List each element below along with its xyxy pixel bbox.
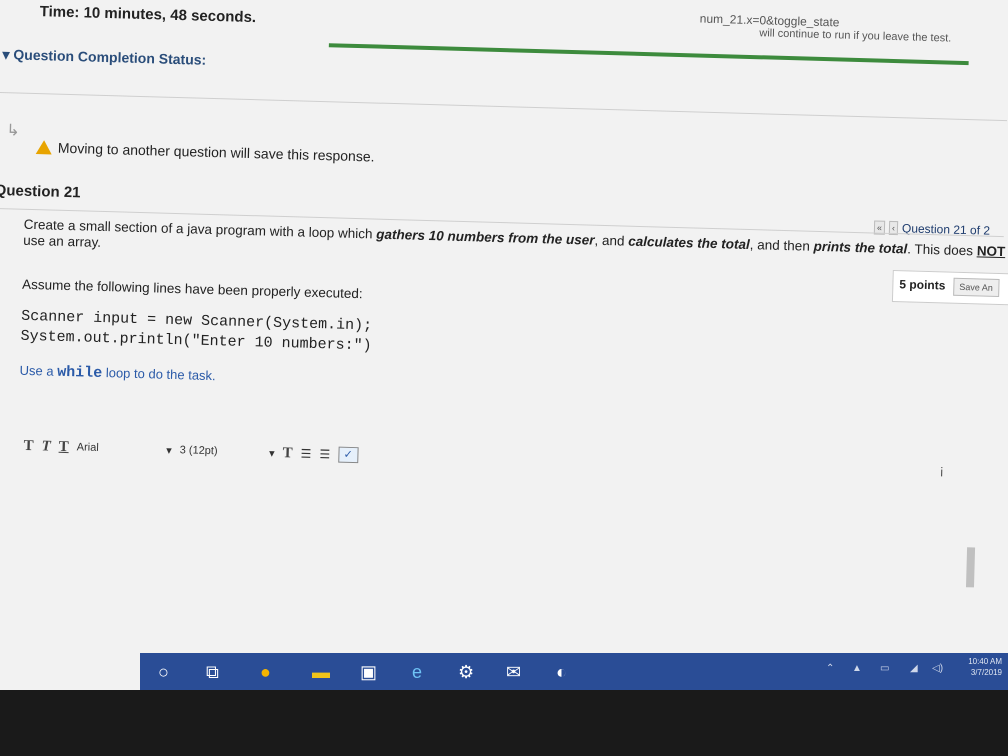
cortana-icon[interactable]: ○ <box>158 662 169 683</box>
instruction-text: loop to do the task. <box>102 365 216 384</box>
assume-text: Assume the following lines have been pro… <box>21 276 363 302</box>
arrow-icon: ↳ <box>6 122 20 140</box>
save-answer-button[interactable]: Save An <box>953 277 1000 297</box>
prompt-text: . This does <box>907 241 978 259</box>
volume-icon[interactable]: ◁) <box>932 663 943 674</box>
timer-progress-bar <box>328 43 969 66</box>
prompt-line2: use an array. <box>23 232 102 250</box>
clock-date: 3/7/2019 <box>970 668 1002 677</box>
prompt-emphasis: calculates the total <box>628 233 751 253</box>
top-notice: will continue to run if you leave the te… <box>759 27 952 45</box>
wifi-icon[interactable]: ◢ <box>910 663 918 674</box>
completion-status-label: Question Completion Status: <box>13 46 207 68</box>
chevron-down-icon: ▾ <box>268 447 275 460</box>
prompt-emphasis: prints the total <box>813 238 908 257</box>
info-icon[interactable]: i <box>940 464 943 479</box>
settings-gear-icon[interactable]: ⚙ <box>458 662 474 683</box>
taskbar-clock[interactable]: 10:40 AM 3/7/2019 <box>968 656 1002 678</box>
network-icon[interactable]: ▲ <box>852 663 862 674</box>
expand-chevron-icon: ▾ <box>2 46 14 63</box>
bold-button[interactable]: T <box>23 437 33 454</box>
prompt-not: NOT <box>976 243 1006 260</box>
while-keyword: while <box>56 363 103 382</box>
answer-editor[interactable] <box>11 470 987 678</box>
chevron-down-icon: ▾ <box>165 444 172 457</box>
divider <box>0 91 1008 122</box>
prompt-text: , and <box>594 232 629 249</box>
tray-chevron-icon[interactable]: ⌃ <box>826 663 834 674</box>
spellcheck-icon[interactable]: ✓ <box>337 446 359 464</box>
completion-status[interactable]: ▾ Question Completion Status: <box>2 46 206 69</box>
warning-icon <box>35 140 53 155</box>
browser-viewport: num_21.x=0&toggle_state will continue to… <box>0 0 1008 690</box>
instruction-text: Use a <box>19 362 58 379</box>
clock-time: 10:40 AM <box>968 657 1002 666</box>
file-explorer-icon[interactable]: ▬ <box>312 662 330 683</box>
chrome-icon[interactable]: ● <box>260 662 271 683</box>
store-icon[interactable]: ▣ <box>360 662 377 683</box>
editor-scrollbar[interactable] <box>965 547 976 588</box>
question-title: Question 21 <box>0 181 81 202</box>
remaining-time: Time: 10 minutes, 48 seconds. <box>39 3 257 27</box>
mail-icon[interactable]: ✉ <box>506 662 521 683</box>
question-prompt: Create a small section of a java program… <box>23 217 1008 277</box>
text-color-button[interactable]: T <box>282 445 292 462</box>
underline-button[interactable]: T <box>58 438 69 455</box>
bullet-list-icon[interactable]: ☰ <box>300 447 311 461</box>
task-view-icon[interactable]: ⧉ <box>206 662 219 683</box>
warning-text: Moving to another question will save thi… <box>57 139 375 165</box>
font-family-value: Arial <box>76 440 99 454</box>
font-family-select[interactable]: Arial ▾ <box>77 441 172 457</box>
test-page: num_21.x=0&toggle_state will continue to… <box>0 0 1008 689</box>
italic-button[interactable]: T <box>41 438 51 455</box>
app-icon[interactable]: ◐ <box>556 662 567 683</box>
edge-icon[interactable]: e <box>412 662 422 683</box>
windows-taskbar: ○ ⧉ ● ▬ ▣ e ⚙ ✉ ◐ ⌃ ▲ ▭ ◢ ◁) 10:40 AM 3/… <box>140 653 1008 690</box>
battery-icon[interactable]: ▭ <box>880 663 889 674</box>
font-size-select[interactable]: 3 (12pt) ▾ <box>180 444 275 460</box>
prompt-text: , and then <box>749 237 814 254</box>
use-while-instruction: Use a while loop to do the task. <box>19 363 215 385</box>
points-box: 5 points Save An <box>891 270 1008 306</box>
points-value: 5 points <box>899 277 946 293</box>
prompt-emphasis: gathers 10 numbers from the user <box>376 226 595 248</box>
font-size-value: 3 (12pt) <box>179 443 218 457</box>
code-snippet: Scanner input = new Scanner(System.in); … <box>20 307 372 357</box>
numbered-list-icon[interactable]: ☰ <box>319 447 330 461</box>
warning-message: Moving to another question will save thi… <box>35 139 375 165</box>
